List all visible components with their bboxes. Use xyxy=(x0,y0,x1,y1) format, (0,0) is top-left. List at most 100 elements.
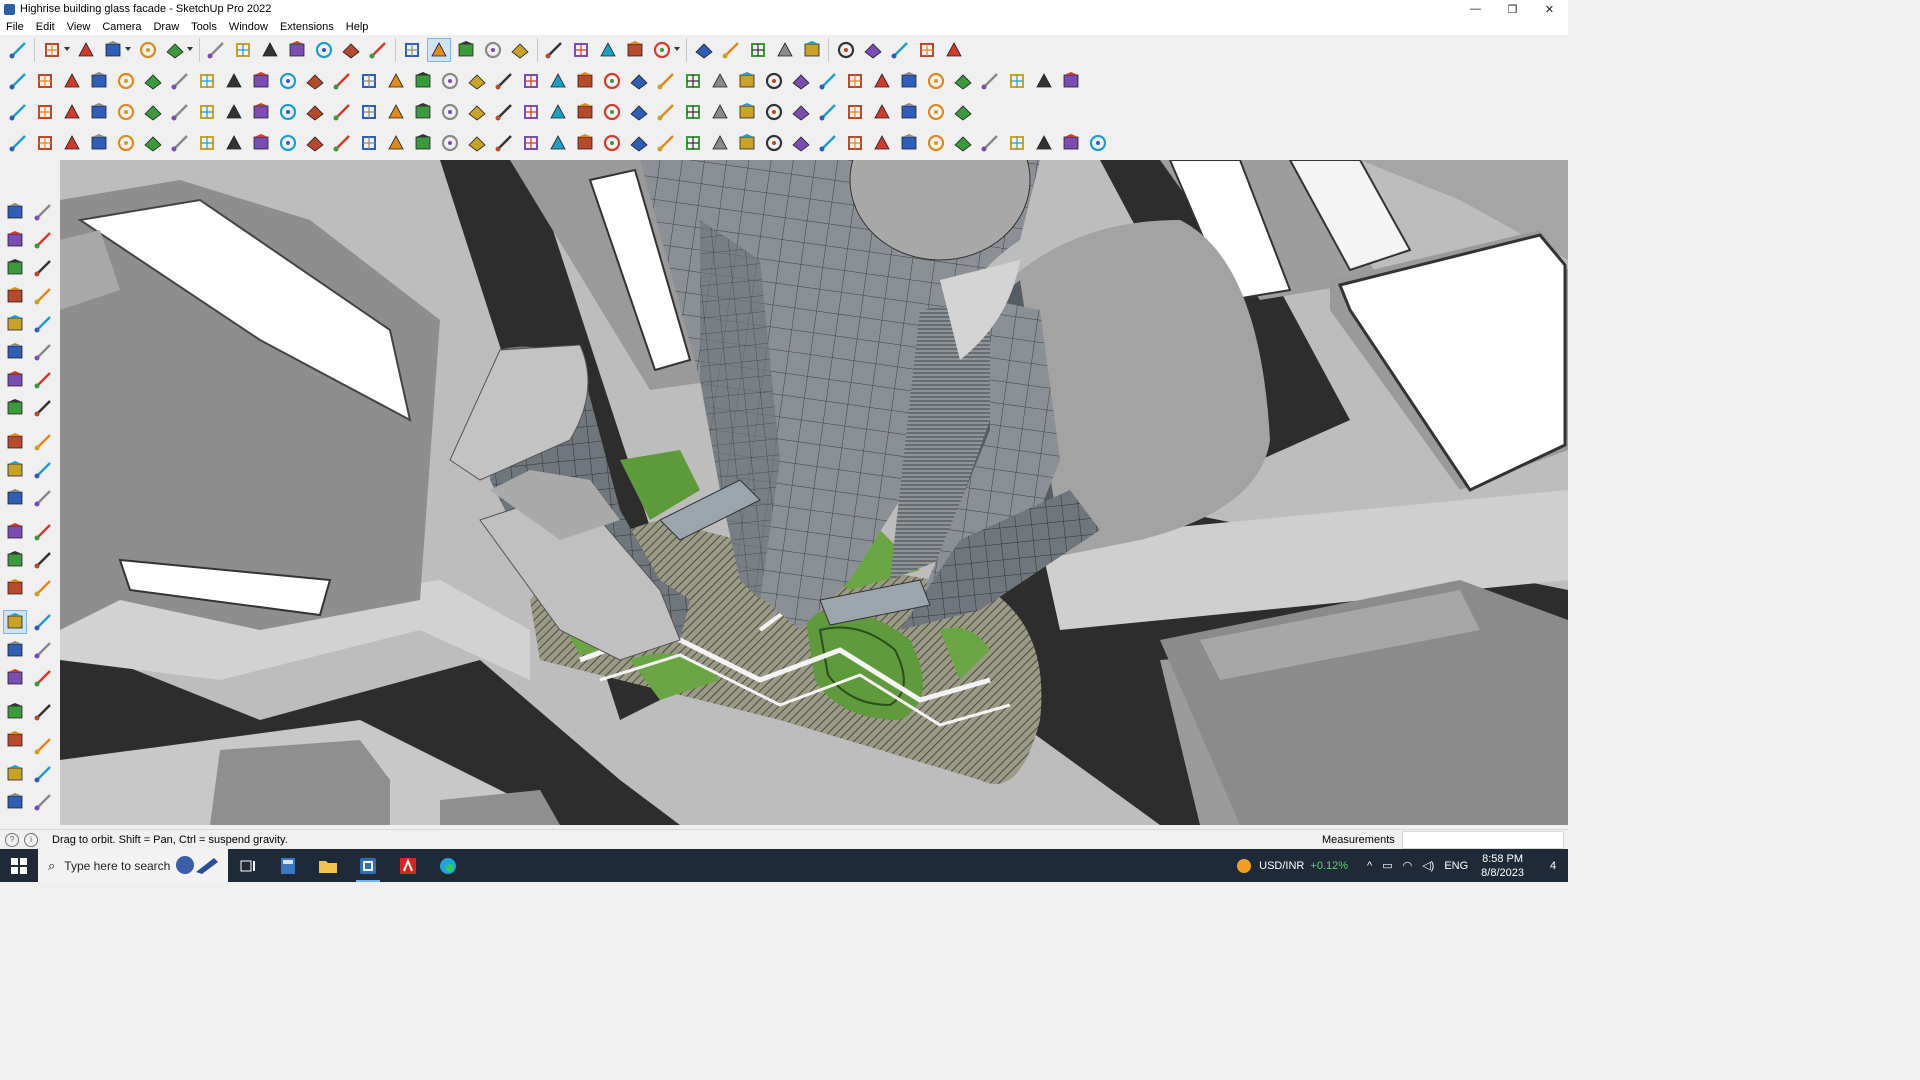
smooth-button[interactable] xyxy=(844,70,866,92)
rotate-tool-button[interactable] xyxy=(7,132,29,154)
spread-button[interactable] xyxy=(655,132,677,154)
zoom-window-tool[interactable] xyxy=(32,639,54,661)
sandbox-button[interactable] xyxy=(747,39,769,61)
menu-extensions[interactable]: Extensions xyxy=(274,21,340,33)
zoom-button[interactable] xyxy=(482,39,504,61)
arc-button[interactable] xyxy=(137,39,159,61)
walk-tool[interactable] xyxy=(4,729,26,751)
grid-gold-button[interactable] xyxy=(871,101,893,123)
curl-button[interactable] xyxy=(655,101,677,123)
hand-button[interactable] xyxy=(520,132,542,154)
bundle-button[interactable] xyxy=(601,132,623,154)
cube-red-2-button[interactable] xyxy=(736,101,758,123)
spread-2-button[interactable] xyxy=(682,132,704,154)
taskbar-search[interactable]: ⌕ Type here to search xyxy=(38,849,228,882)
square-red-button[interactable] xyxy=(196,101,218,123)
polygon-button[interactable] xyxy=(709,70,731,92)
bridge-2-button[interactable] xyxy=(385,132,407,154)
menu-tools[interactable]: Tools xyxy=(185,21,223,33)
follow-me-tool[interactable] xyxy=(32,459,54,481)
dropdown-arrow-icon[interactable] xyxy=(125,47,131,51)
fan-button[interactable] xyxy=(628,132,650,154)
bridge-button[interactable] xyxy=(277,101,299,123)
facade-4-button[interactable] xyxy=(925,132,947,154)
orbit-lasso-tool[interactable] xyxy=(32,201,54,223)
top-view-button[interactable] xyxy=(304,70,326,92)
sketchup-taskbar-button[interactable] xyxy=(348,849,388,882)
clock[interactable]: 8:58 PM 8/8/2023 xyxy=(1481,852,1524,880)
flip-button[interactable] xyxy=(835,39,857,61)
roof-button[interactable] xyxy=(817,132,839,154)
menu-camera[interactable]: Camera xyxy=(96,21,147,33)
section-plane-button[interactable] xyxy=(570,39,592,61)
paint-yellow-button[interactable] xyxy=(61,101,83,123)
loft-button[interactable] xyxy=(142,132,164,154)
menu-edit[interactable]: Edit xyxy=(30,21,61,33)
pencil-tool[interactable] xyxy=(32,257,54,279)
pan-button[interactable] xyxy=(455,39,477,61)
spread-3-button[interactable] xyxy=(709,132,731,154)
scale-button[interactable] xyxy=(313,39,335,61)
move-tool[interactable] xyxy=(4,431,26,453)
arc-tool[interactable] xyxy=(4,369,26,391)
facade-2-button[interactable] xyxy=(871,132,893,154)
scissors-button[interactable] xyxy=(88,132,110,154)
shapes-button[interactable] xyxy=(164,39,193,61)
wifi-icon[interactable]: ◠ xyxy=(1403,859,1413,872)
menu-file[interactable]: File xyxy=(0,21,30,33)
menu-view[interactable]: View xyxy=(61,21,97,33)
bend-button[interactable] xyxy=(277,132,299,154)
volume-icon[interactable]: ◁) xyxy=(1422,859,1434,872)
warning-button[interactable] xyxy=(493,101,515,123)
3d-text-tool[interactable] xyxy=(32,577,54,599)
cube-red-button[interactable] xyxy=(709,101,731,123)
scale-tool[interactable] xyxy=(4,487,26,509)
facade-6-button[interactable] xyxy=(979,132,1001,154)
styles-button[interactable] xyxy=(624,39,646,61)
solid-split-button[interactable] xyxy=(169,70,191,92)
dropdown-arrow-icon[interactable] xyxy=(186,47,193,51)
bezier-button[interactable] xyxy=(790,70,812,92)
stamp-button[interactable] xyxy=(925,70,947,92)
section-fill-tool[interactable] xyxy=(32,791,54,813)
follow-me-button[interactable] xyxy=(232,39,254,61)
export-button[interactable] xyxy=(1060,70,1082,92)
select-button[interactable] xyxy=(41,39,70,61)
freehand-button[interactable] xyxy=(763,70,785,92)
house-3d-button[interactable] xyxy=(1087,132,1109,154)
cross-red-button[interactable] xyxy=(358,101,380,123)
grid-dots-button[interactable] xyxy=(952,101,974,123)
knot-button[interactable] xyxy=(574,101,596,123)
pyramid-button[interactable] xyxy=(466,101,488,123)
edge-taskbar-button[interactable] xyxy=(428,849,468,882)
component-tool[interactable] xyxy=(4,257,26,279)
eraser-tool[interactable] xyxy=(32,229,54,251)
break-button[interactable] xyxy=(358,132,380,154)
geo-toggle-button[interactable] xyxy=(720,39,742,61)
gradient-button[interactable] xyxy=(682,101,704,123)
user-button[interactable] xyxy=(651,39,680,61)
add-detail-button[interactable] xyxy=(979,70,1001,92)
left-view-button[interactable] xyxy=(412,70,434,92)
drape-button[interactable] xyxy=(952,70,974,92)
cross-blue-button[interactable] xyxy=(412,101,434,123)
dropdown-arrow-icon[interactable] xyxy=(63,47,70,51)
undo-orange-button[interactable] xyxy=(169,101,191,123)
warehouse-button[interactable] xyxy=(943,39,965,61)
tape-tool[interactable] xyxy=(4,521,26,543)
pie-tool[interactable] xyxy=(32,369,54,391)
orbit-button[interactable] xyxy=(427,38,451,62)
3pt-arc-tool[interactable] xyxy=(32,397,54,419)
rotate-button[interactable] xyxy=(286,39,308,61)
back-view-button[interactable] xyxy=(385,70,407,92)
facade-8-button[interactable] xyxy=(1033,132,1055,154)
gear-button[interactable] xyxy=(115,132,137,154)
house-outline-button[interactable] xyxy=(493,70,515,92)
model-viewport[interactable] xyxy=(60,160,1568,825)
spread-4-button[interactable] xyxy=(736,132,758,154)
menu-draw[interactable]: Draw xyxy=(147,21,185,33)
pull-button[interactable] xyxy=(801,39,823,61)
flip-edge-button[interactable] xyxy=(1006,70,1028,92)
select-tool[interactable] xyxy=(4,201,26,223)
freehand-tool[interactable] xyxy=(32,285,54,307)
